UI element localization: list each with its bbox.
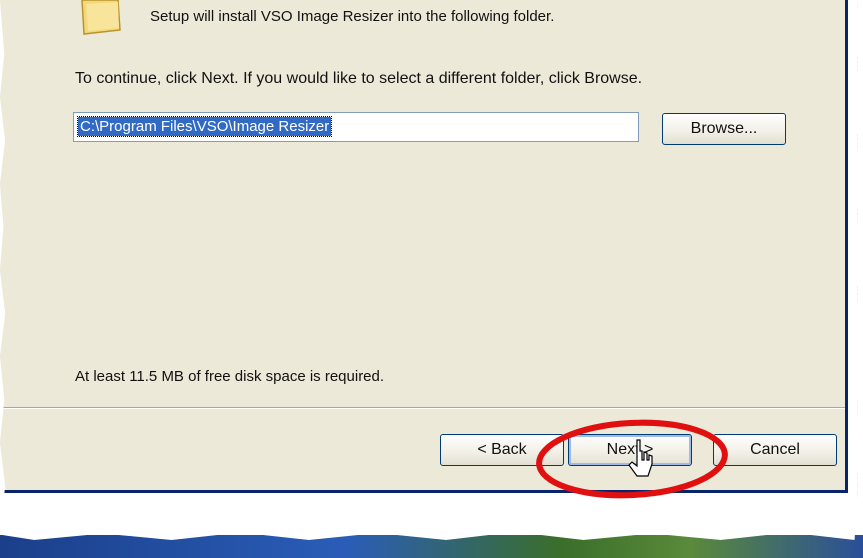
back-button[interactable]: < Back xyxy=(440,434,564,466)
install-folder-text: Setup will install VSO Image Resizer int… xyxy=(150,8,555,25)
next-button[interactable]: Next > xyxy=(568,434,692,466)
torn-screenshot-frame: Setup will install VSO Image Resizer int… xyxy=(0,0,858,540)
instruction-text: To continue, click Next. If you would li… xyxy=(75,70,643,87)
install-path-value: C:\Program Files\VSO\Image Resizer xyxy=(76,116,333,137)
browse-button[interactable]: Browse... xyxy=(662,113,786,145)
install-path-input[interactable]: C:\Program Files\VSO\Image Resizer xyxy=(73,112,639,142)
separator-line xyxy=(0,407,845,409)
cancel-button[interactable]: Cancel xyxy=(713,434,837,466)
folder-icon xyxy=(81,0,121,35)
disk-space-text: At least 11.5 MB of free disk space is r… xyxy=(75,368,385,385)
setup-dialog: Setup will install VSO Image Resizer int… xyxy=(0,0,848,493)
